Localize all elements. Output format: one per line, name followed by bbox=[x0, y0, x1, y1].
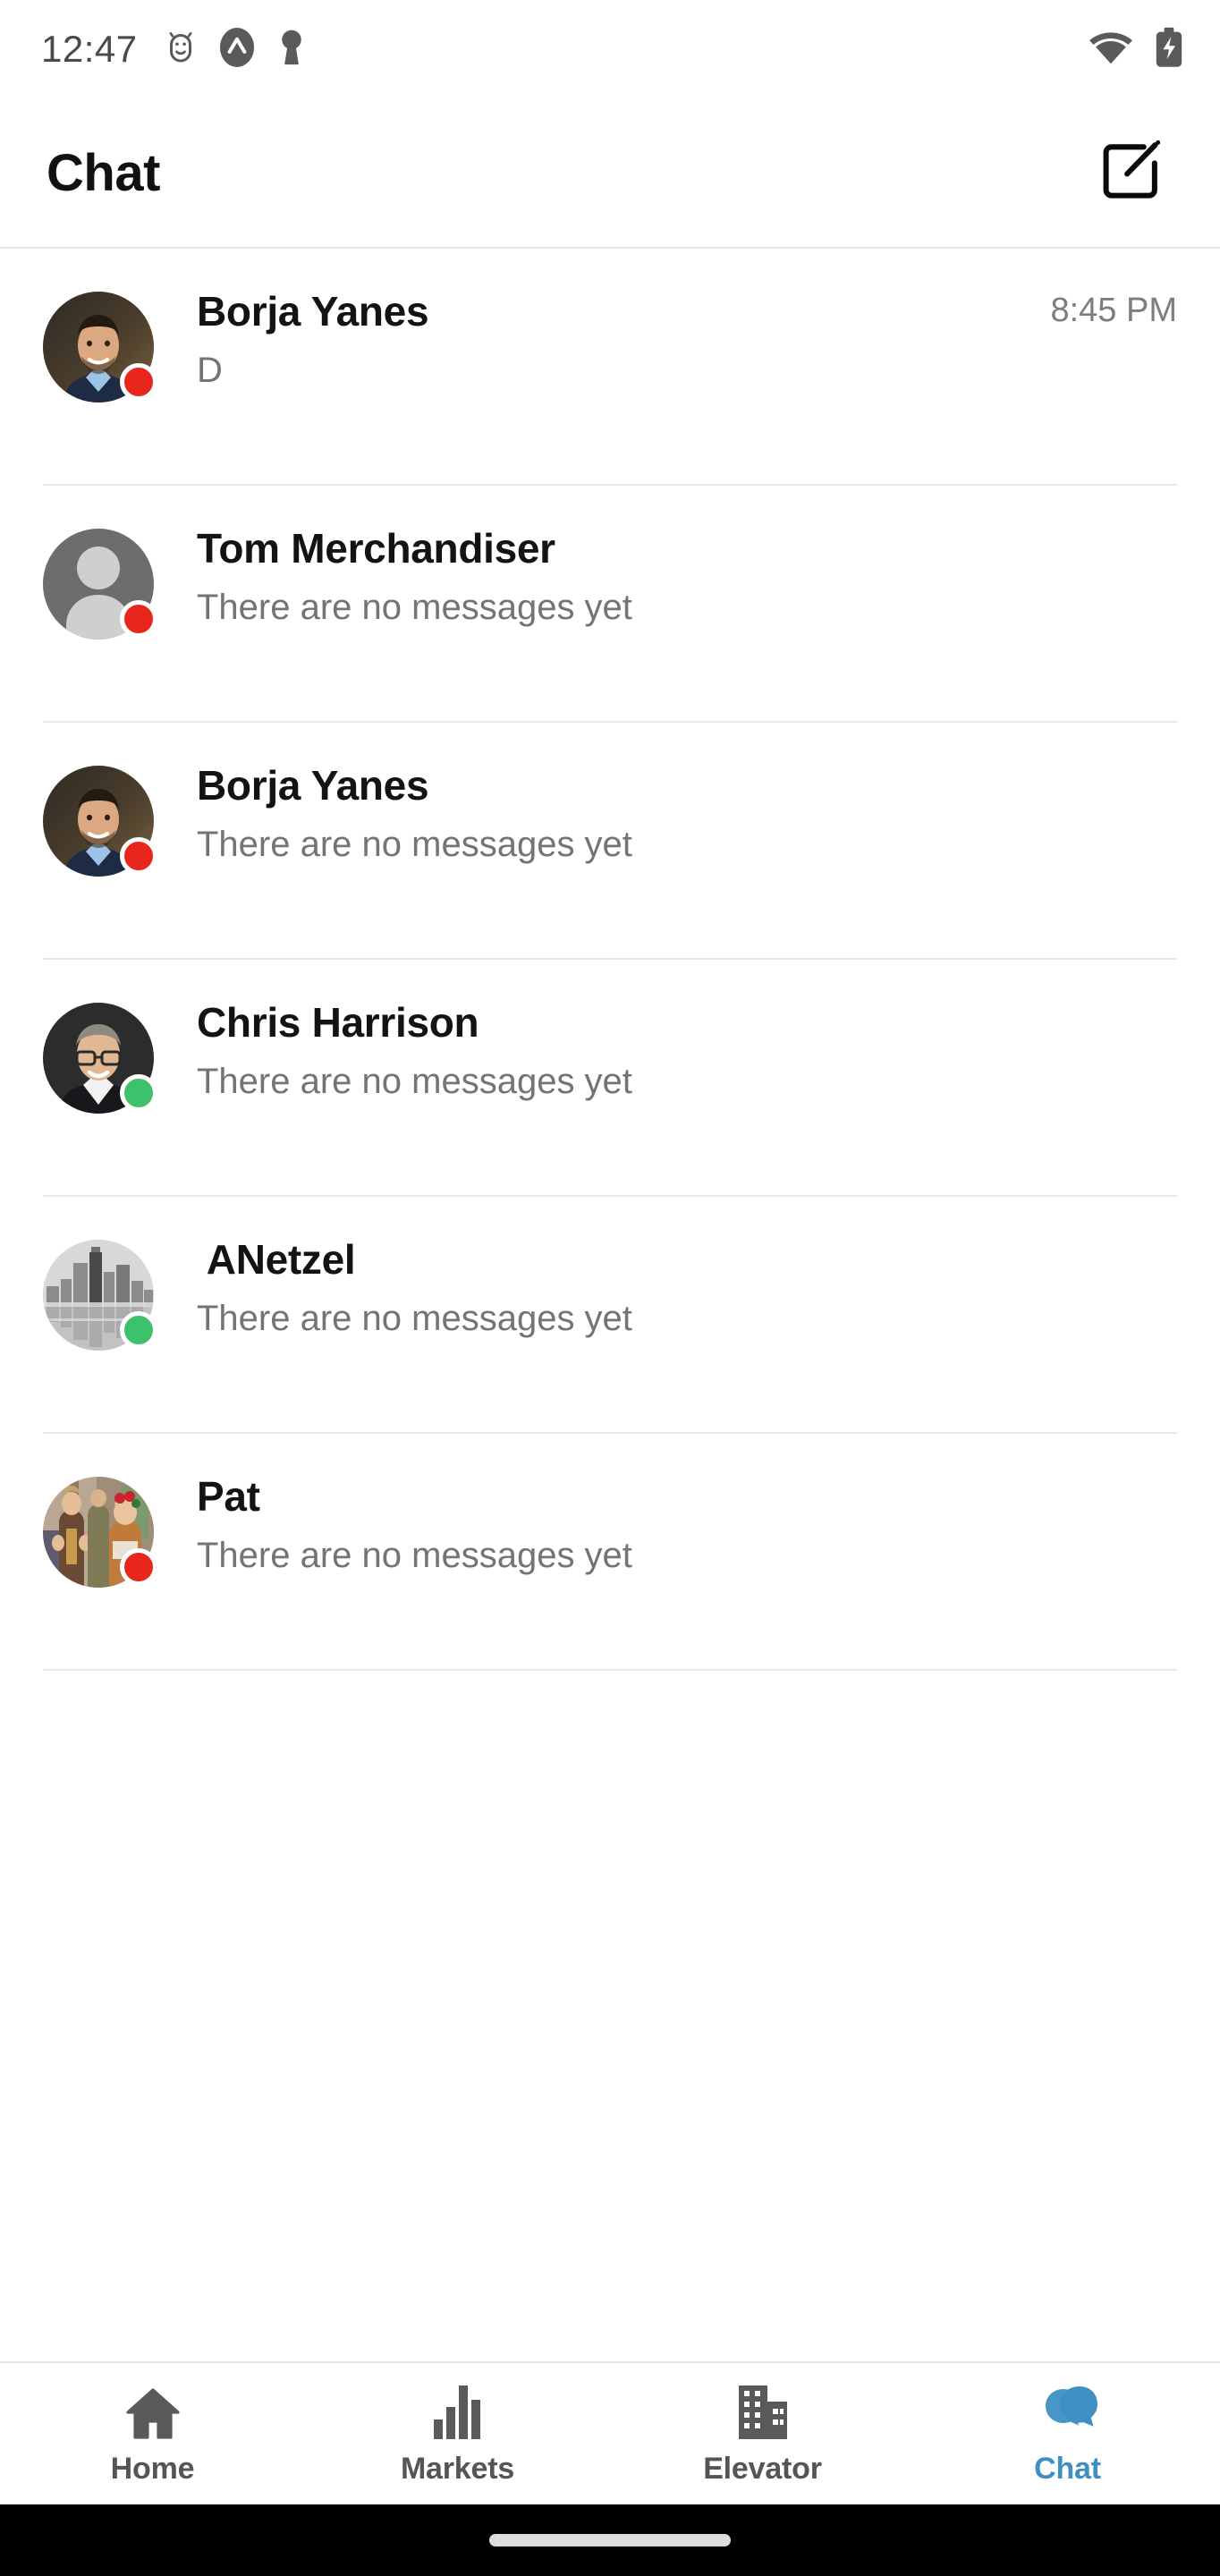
status-badge bbox=[120, 837, 157, 875]
contact-name: Chris Harrison bbox=[197, 999, 479, 1046]
message-preview: There are no messages yet bbox=[197, 1062, 632, 1102]
chat-bubbles-icon bbox=[1038, 2382, 1097, 2439]
message-preview: There are no messages yet bbox=[197, 1536, 632, 1576]
chat-list-item[interactable]: Borja Yanes There are no messages yet bbox=[0, 723, 1220, 960]
avatar[interactable] bbox=[43, 1240, 157, 1351]
app-header: Chat bbox=[0, 98, 1220, 249]
contact-name: Borja Yanes bbox=[197, 762, 429, 809]
avatar[interactable] bbox=[43, 529, 157, 640]
chat-item-header: Borja Yanes 8:45 PM bbox=[197, 286, 1177, 336]
chat-item-content: Tom Merchandiser There are no messages y… bbox=[154, 521, 1177, 628]
system-gesture-bar bbox=[0, 2504, 1220, 2576]
home-icon bbox=[125, 2382, 181, 2439]
chat-screen: 12:47 Chat Borja Yanes 8:45 PM D Tom Mer… bbox=[0, 0, 1220, 2576]
chat-item-header: Chris Harrison bbox=[197, 997, 1177, 1047]
nav-item-home[interactable]: Home bbox=[0, 2363, 305, 2504]
status-badge bbox=[120, 363, 157, 401]
keyhole-icon bbox=[277, 27, 306, 72]
chat-item-content: Chris Harrison There are no messages yet bbox=[154, 996, 1177, 1102]
chat-item-header: ANetzel bbox=[197, 1234, 1177, 1284]
chat-list-item[interactable]: Pat There are no messages yet bbox=[0, 1434, 1220, 1671]
message-preview: There are no messages yet bbox=[197, 825, 632, 865]
avatar[interactable] bbox=[43, 1477, 157, 1588]
chat-item-header: Borja Yanes bbox=[197, 760, 1177, 810]
compose-button[interactable] bbox=[1088, 130, 1173, 216]
app-circle-icon bbox=[218, 27, 256, 72]
status-badge bbox=[120, 600, 157, 638]
contact-name: Tom Merchandiser bbox=[197, 525, 555, 572]
status-bar-notification-icons bbox=[165, 27, 306, 72]
compose-icon bbox=[1098, 139, 1163, 208]
chat-item-content: ANetzel There are no messages yet bbox=[154, 1233, 1177, 1339]
status-badge bbox=[120, 1074, 157, 1112]
nav-item-elevator[interactable]: Elevator bbox=[610, 2363, 915, 2504]
contact-name: Pat bbox=[197, 1473, 260, 1520]
nav-label-markets: Markets bbox=[400, 2451, 515, 2486]
contact-name: Borja Yanes bbox=[197, 288, 429, 335]
chat-list[interactable]: Borja Yanes 8:45 PM D Tom Merchandiser T… bbox=[0, 249, 1220, 2361]
nav-item-chat[interactable]: Chat bbox=[915, 2363, 1220, 2504]
nav-item-markets[interactable]: Markets bbox=[305, 2363, 610, 2504]
home-indicator[interactable] bbox=[489, 2534, 731, 2546]
contact-name: ANetzel bbox=[197, 1236, 356, 1283]
status-bar-clock: 12:47 bbox=[41, 28, 138, 70]
avatar[interactable] bbox=[43, 766, 157, 877]
chat-list-item[interactable]: Borja Yanes 8:45 PM D bbox=[0, 249, 1220, 486]
status-badge bbox=[120, 1548, 157, 1586]
page-title: Chat bbox=[47, 143, 160, 202]
alarm-android-icon bbox=[165, 30, 197, 70]
message-timestamp: 8:45 PM bbox=[1050, 292, 1177, 329]
status-bar-system-icons bbox=[1088, 27, 1184, 72]
buildings-icon bbox=[735, 2382, 791, 2439]
chat-list-item[interactable]: ANetzel There are no messages yet bbox=[0, 1197, 1220, 1434]
battery-charging-icon bbox=[1154, 27, 1184, 72]
bar-chart-icon bbox=[432, 2382, 484, 2439]
wifi-icon bbox=[1088, 29, 1134, 71]
message-preview: There are no messages yet bbox=[197, 1299, 632, 1339]
status-bar: 12:47 bbox=[0, 0, 1220, 98]
chat-item-header: Pat bbox=[197, 1471, 1177, 1521]
avatar[interactable] bbox=[43, 1003, 157, 1114]
nav-label-chat: Chat bbox=[1034, 2451, 1101, 2486]
status-badge bbox=[120, 1311, 157, 1349]
chat-item-content: Borja Yanes There are no messages yet bbox=[154, 758, 1177, 865]
message-preview: D bbox=[197, 351, 223, 391]
bottom-navigation: Home Markets Elevator Chat bbox=[0, 2361, 1220, 2504]
nav-label-home: Home bbox=[110, 2451, 195, 2486]
avatar[interactable] bbox=[43, 292, 157, 402]
chat-item-content: Pat There are no messages yet bbox=[154, 1470, 1177, 1576]
chat-list-item[interactable]: Chris Harrison There are no messages yet bbox=[0, 960, 1220, 1197]
chat-item-content: Borja Yanes 8:45 PM D bbox=[154, 284, 1177, 391]
message-preview: There are no messages yet bbox=[197, 588, 632, 628]
chat-list-item[interactable]: Tom Merchandiser There are no messages y… bbox=[0, 486, 1220, 723]
nav-label-elevator: Elevator bbox=[703, 2451, 822, 2486]
chat-item-header: Tom Merchandiser bbox=[197, 523, 1177, 573]
